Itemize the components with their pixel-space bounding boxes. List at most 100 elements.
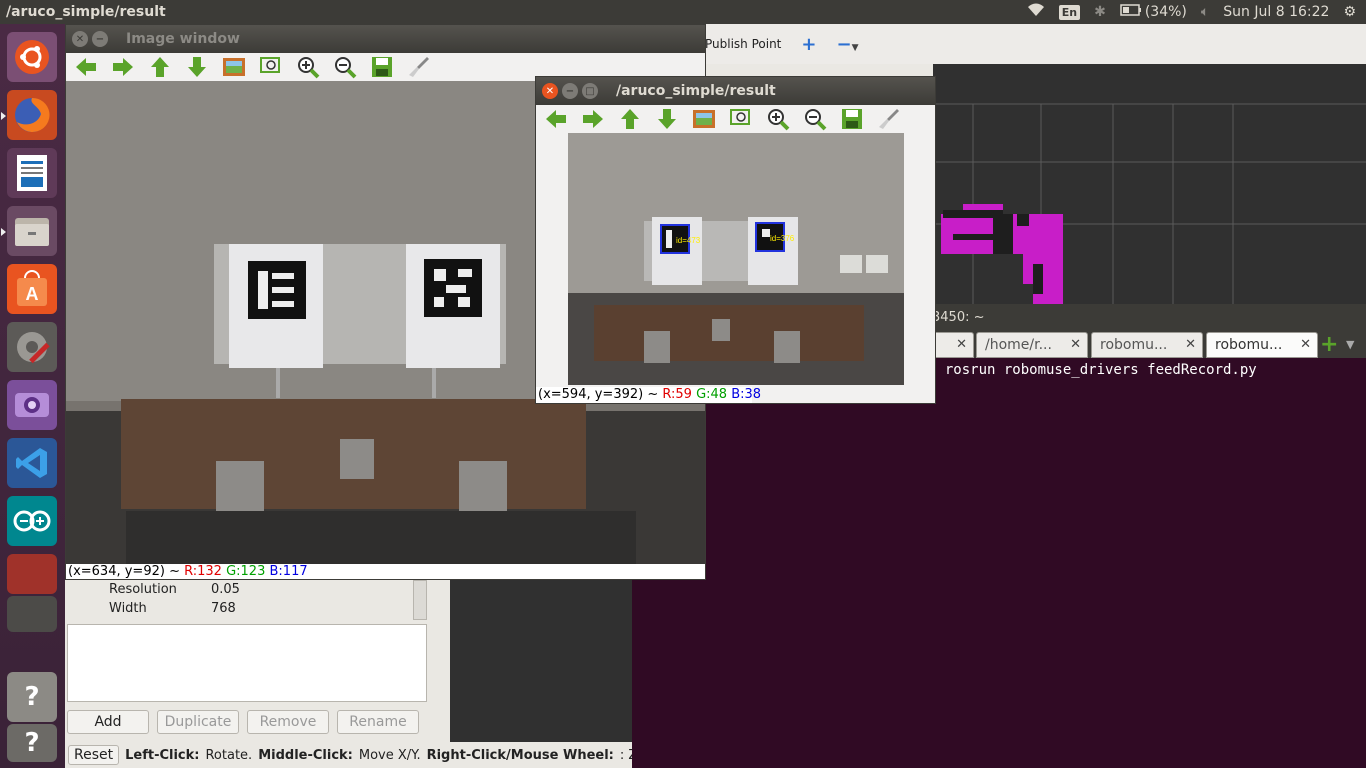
arrow-right-icon[interactable]	[581, 107, 605, 131]
zoom-fit-icon[interactable]	[259, 55, 283, 79]
svg-text:A: A	[26, 284, 39, 304]
tab-label: robomu...	[1100, 337, 1168, 353]
minus-icon[interactable]: −▼	[836, 34, 858, 55]
duplicate-button[interactable]: Duplicate	[157, 710, 239, 734]
zoom-fit-icon[interactable]	[729, 107, 753, 131]
property-name: Resolution	[109, 582, 177, 597]
ubuntu-icon[interactable]	[7, 32, 57, 82]
tab-label: robomu...	[1215, 337, 1283, 353]
close-icon[interactable]: ✕	[956, 337, 967, 352]
wifi-icon[interactable]	[1027, 3, 1045, 21]
property-value[interactable]: 768	[211, 601, 236, 616]
battery-icon	[1120, 4, 1142, 20]
stacked-apps-icon[interactable]	[7, 554, 57, 594]
minimize-icon[interactable]: −	[92, 31, 108, 47]
rviz-toolbar: Publish Point + −▼	[695, 24, 1366, 64]
close-icon[interactable]: ✕	[1300, 337, 1311, 352]
clock[interactable]: Sun Jul 8 16:22	[1223, 4, 1329, 20]
help-icon[interactable]: ?	[7, 724, 57, 762]
arrow-up-icon[interactable]	[148, 55, 172, 79]
software-center-icon[interactable]: A	[7, 264, 57, 314]
top-panel: /aruco_simple/result En ✱ (34%) 🔈︎ Sun J…	[0, 0, 1366, 24]
reset-button[interactable]: Reset	[68, 745, 120, 765]
stacked-apps-icon[interactable]	[7, 596, 57, 632]
camera-app-icon[interactable]	[7, 380, 57, 430]
remove-button[interactable]: Remove	[247, 710, 329, 734]
image-window-titlebar[interactable]: ✕ − Image window	[66, 25, 705, 53]
property-row[interactable]: Width 768	[65, 601, 415, 620]
pixel-info-bar: (x=594, y=392) ~ R:59 G:48 B:38	[536, 387, 761, 403]
close-icon[interactable]: ✕	[72, 31, 88, 47]
arrow-down-icon[interactable]	[655, 107, 679, 131]
arduino-icon[interactable]	[7, 496, 57, 546]
scrollbar[interactable]	[413, 580, 427, 620]
zoom-out-icon[interactable]	[803, 107, 827, 131]
middle-click-action: Move X/Y.	[358, 747, 421, 763]
system-tray: En ✱ (34%) 🔈︎ Sun Jul 8 16:22 ⚙	[1027, 3, 1366, 21]
minimize-icon[interactable]: −	[562, 83, 578, 99]
battery-percentage: (34%)	[1144, 4, 1187, 20]
zoom-in-icon[interactable]	[766, 107, 790, 131]
window-title: /aruco_simple/result	[616, 83, 776, 99]
firefox-icon[interactable]	[7, 90, 57, 140]
help-glyph: ?	[24, 682, 40, 712]
volume-icon[interactable]: 🔈︎	[1201, 4, 1209, 20]
maximize-icon[interactable]: □	[582, 83, 598, 99]
occupancy-map	[933, 103, 1366, 304]
zoom-out-icon[interactable]	[333, 55, 357, 79]
terminal-tab[interactable]: /home/r... ✕	[976, 332, 1088, 358]
help-glyph: ?	[24, 728, 40, 758]
keyboard-language-indicator[interactable]: En	[1058, 4, 1081, 20]
pixel-info-bar: (x=634, y=92) ~ R:132 G:123 B:117	[66, 564, 705, 579]
brush-icon[interactable]	[407, 55, 431, 79]
marker-label: id=376	[770, 234, 795, 243]
add-button[interactable]: Add	[67, 710, 149, 734]
arrow-down-icon[interactable]	[185, 55, 209, 79]
close-icon[interactable]: ✕	[1185, 337, 1196, 352]
terminal-tab[interactable]: robomu... ✕	[1091, 332, 1203, 358]
new-tab-icon[interactable]: +	[1320, 332, 1338, 357]
left-click-action: Rotate.	[205, 747, 253, 763]
settings-icon[interactable]	[7, 322, 57, 372]
image-icon[interactable]	[222, 55, 246, 79]
help-icon[interactable]: ?	[7, 672, 57, 722]
aruco-window-titlebar[interactable]: ✕ − □ /aruco_simple/result	[536, 77, 935, 105]
writer-icon[interactable]	[7, 148, 57, 198]
display-buttons: Add Duplicate Remove Rename	[67, 710, 419, 734]
plus-icon[interactable]: +	[801, 34, 816, 55]
running-indicator	[1, 112, 6, 120]
aruco-result-window[interactable]: ✕ − □ /aruco_simple/result id=473 id=376…	[535, 76, 936, 404]
marker-label: id=473	[676, 236, 701, 245]
property-value[interactable]: 0.05	[211, 582, 240, 597]
arrow-up-icon[interactable]	[618, 107, 642, 131]
pixel-green: G:123	[226, 564, 266, 579]
files-icon[interactable]	[7, 206, 57, 256]
close-icon[interactable]: ✕	[1070, 337, 1081, 352]
save-icon[interactable]	[370, 55, 394, 79]
publish-point-button[interactable]: Publish Point	[705, 37, 781, 51]
arrow-left-icon[interactable]	[544, 107, 568, 131]
property-row[interactable]: Resolution 0.05	[65, 582, 415, 601]
vscode-icon[interactable]	[7, 438, 57, 488]
save-icon[interactable]	[840, 107, 864, 131]
brush-icon[interactable]	[877, 107, 901, 131]
arrow-left-icon[interactable]	[74, 55, 98, 79]
zoom-in-icon[interactable]	[296, 55, 320, 79]
rviz-3d-view[interactable]	[933, 64, 1366, 304]
pixel-red: R:132	[184, 564, 222, 579]
aruco-image[interactable]: id=473 id=376	[568, 133, 904, 385]
close-icon[interactable]: ✕	[542, 83, 558, 99]
bluetooth-icon[interactable]: ✱	[1094, 4, 1106, 20]
rviz-properties-panel: Resolution 0.05 Width 768 Add Duplicate …	[65, 580, 450, 768]
launcher: A ? ?	[0, 24, 65, 768]
terminal-tab-active[interactable]: robomu... ✕	[1206, 332, 1318, 358]
battery-indicator[interactable]: (34%)	[1120, 4, 1187, 20]
pixel-green: G:48	[696, 387, 728, 402]
gear-icon[interactable]: ⚙	[1343, 4, 1356, 20]
rename-button[interactable]: Rename	[337, 710, 419, 734]
tab-menu-icon[interactable]: ▼	[1346, 338, 1354, 351]
right-click-label: Right-Click/Mouse Wheel:	[426, 747, 614, 763]
image-icon[interactable]	[692, 107, 716, 131]
rviz-lower-view[interactable]	[450, 580, 635, 768]
arrow-right-icon[interactable]	[111, 55, 135, 79]
